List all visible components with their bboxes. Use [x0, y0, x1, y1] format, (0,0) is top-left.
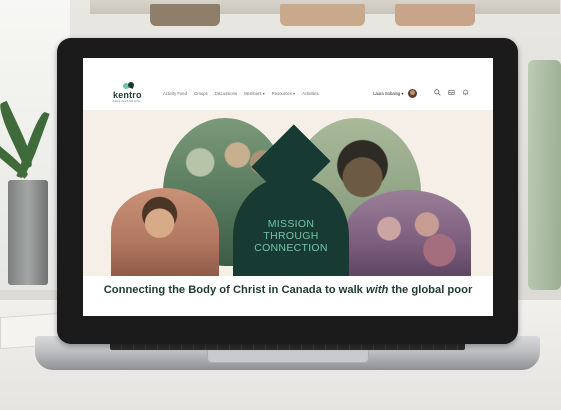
header-icons — [434, 89, 469, 99]
user-menu[interactable]: Laura Sobaing ▾ — [373, 89, 417, 98]
laptop-screen: kentro linking church and world Activity… — [83, 58, 493, 316]
nav-activities[interactable]: Activities — [302, 91, 319, 96]
hero-banner: MISSION THROUGH CONNECTION — [83, 110, 493, 276]
tagline-before: Connecting the Body of Christ in Canada … — [103, 284, 367, 296]
avatar — [407, 89, 417, 98]
inbox-icon[interactable] — [448, 89, 455, 99]
bell-icon[interactable] — [462, 89, 469, 99]
laptop-trackpad — [207, 350, 369, 363]
nav-members[interactable]: Members ▾ — [244, 91, 265, 96]
mission-line: THROUGH — [263, 230, 319, 242]
site-header: kentro linking church and world Activity… — [83, 58, 493, 111]
nav-resources[interactable]: Resources ▾ — [272, 91, 295, 96]
search-icon[interactable] — [434, 89, 441, 99]
tagline-emphasis: with — [366, 284, 389, 296]
shelf-pot — [280, 4, 365, 26]
shelf-pot — [395, 4, 475, 26]
hero-photo-laughing-boy — [111, 188, 219, 276]
main-nav: Activity Feed Groups Discussions Members… — [163, 91, 319, 96]
nav-discussions[interactable]: Discussions — [215, 91, 237, 96]
mission-line: MISSION — [267, 218, 315, 230]
mission-text: MISSION THROUGH CONNECTION — [233, 218, 349, 254]
hero-tagline: Connecting the Body of Christ in Canada … — [83, 284, 493, 296]
mission-line: CONNECTION — [254, 242, 328, 254]
logo-subtitle: linking church and world — [113, 100, 140, 103]
shelf-pot — [150, 4, 220, 26]
user-name: Laura Sobaing ▾ — [373, 91, 404, 96]
nav-groups[interactable]: Groups — [194, 91, 208, 96]
nav-activity-feed[interactable]: Activity Feed — [163, 91, 187, 96]
site-logo[interactable]: kentro linking church and world — [113, 81, 142, 103]
logo-icon — [122, 81, 137, 90]
logo-text: kentro — [113, 90, 142, 100]
background-plant — [528, 60, 561, 290]
hero-photo-children — [345, 190, 471, 276]
tagline-after: the global poor — [388, 284, 473, 296]
plant-pot — [8, 180, 48, 285]
